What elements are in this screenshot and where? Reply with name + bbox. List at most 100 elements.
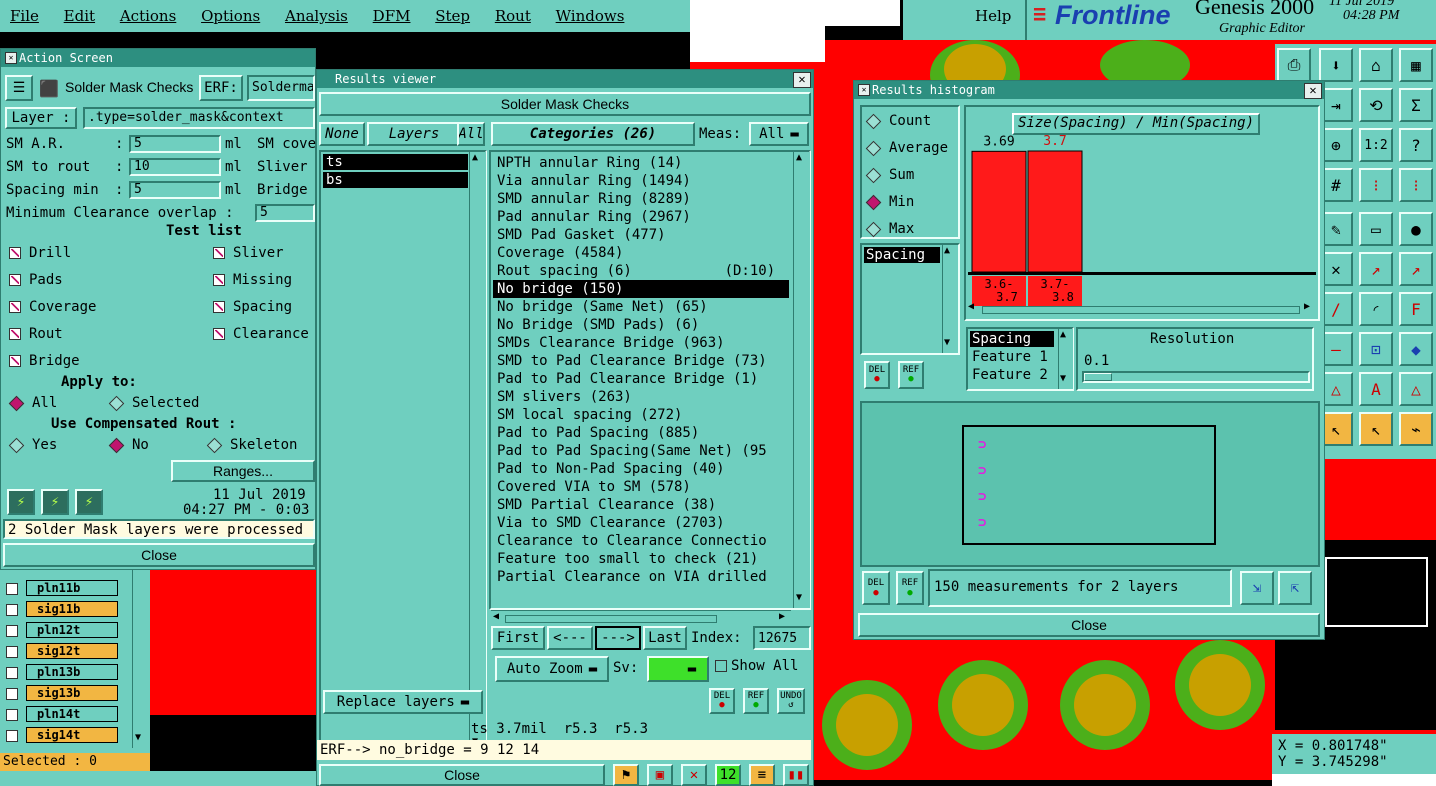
test-sliver[interactable]: Sliver — [213, 245, 284, 261]
category-item[interactable]: Pad to Non-Pad Spacing (40) — [493, 460, 789, 478]
layer-checkbox-icon[interactable] — [6, 583, 18, 595]
ranges-button[interactable]: Ranges... — [171, 460, 315, 482]
scroll-down-icon[interactable]: ▼ — [135, 732, 141, 743]
layer-row[interactable]: sig12t — [0, 641, 150, 662]
layer-checkbox-icon[interactable] — [6, 646, 18, 658]
scroll-up-icon[interactable]: ▲ — [944, 245, 950, 256]
rv-layers-scrollbar[interactable]: ▲▼ — [469, 152, 486, 752]
scroll-left-icon[interactable]: ◀ — [493, 611, 499, 622]
rv-prev-button[interactable]: <--- — [547, 626, 593, 650]
checkbox-icon[interactable] — [213, 328, 225, 340]
arrow2-icon[interactable]: ↗ — [1399, 252, 1433, 286]
apply-all-radio[interactable]: All — [8, 395, 57, 411]
mode-max[interactable]: Max — [865, 221, 914, 237]
tool-icon-4[interactable]: ▦ — [1399, 48, 1433, 82]
traffic2-icon[interactable]: ⁝ — [1399, 168, 1433, 202]
results-viewer-close-icon[interactable]: ✕ — [793, 72, 811, 88]
layer-row[interactable]: pln12t — [0, 620, 150, 641]
min-clearance-field[interactable]: 5 — [255, 204, 315, 222]
category-item[interactable]: Clearance to Clearance Connectio — [493, 532, 789, 550]
checkbox-icon[interactable] — [213, 274, 225, 286]
checkbox-icon[interactable] — [9, 274, 21, 286]
rv-ref-button[interactable]: REF ● — [743, 688, 769, 714]
checkbox-icon[interactable] — [9, 247, 21, 259]
resolution-slider[interactable] — [1082, 371, 1310, 383]
histogram-bar[interactable] — [971, 150, 1027, 273]
dot-icon[interactable]: ● — [1399, 212, 1433, 246]
test-drill[interactable]: Drill — [9, 245, 71, 261]
layer-field[interactable]: .type=solder_mask&context — [83, 107, 315, 129]
menu-options[interactable]: Options — [201, 7, 260, 25]
category-item[interactable]: Partial Clearance on VIA drilled — [493, 568, 789, 586]
checkbox-icon[interactable] — [213, 247, 225, 259]
rv-first-button[interactable]: First — [491, 626, 545, 650]
hist-export-icon-1[interactable]: ⇲ — [1240, 571, 1274, 605]
radio-off-icon[interactable] — [108, 395, 125, 411]
category-item[interactable]: NPTH annular Ring (14) — [493, 154, 789, 172]
mode-sum[interactable]: Sum — [865, 167, 914, 183]
rv-categories-hscroll[interactable]: ◀ ▶ — [491, 610, 791, 625]
category-item[interactable]: No bridge (150) — [493, 280, 789, 298]
radio-on-icon[interactable] — [8, 395, 25, 411]
layer-row[interactable]: pln11b — [0, 578, 150, 599]
hist-del-button[interactable]: DEL ● — [864, 361, 890, 389]
results-viewer-titlebar[interactable]: Results viewer — [317, 70, 813, 88]
ruler-icon[interactable]: ▭ — [1359, 212, 1393, 246]
rv-next-button[interactable]: ---> — [595, 626, 641, 650]
category-item[interactable]: SMD Pad Gasket (477) — [493, 226, 789, 244]
run-icon-3[interactable]: ⚡ — [75, 489, 103, 515]
tool-icon-2[interactable]: ⬇ — [1319, 48, 1353, 82]
layer-name[interactable]: pln14t — [26, 706, 118, 722]
mode-min[interactable]: Min — [865, 194, 914, 210]
histogram-titlebar[interactable]: Results histogram — [854, 81, 1324, 99]
category-item[interactable]: Pad annular Ring (2967) — [493, 208, 789, 226]
rv-categories-scrollbar[interactable]: ▲ ▼ — [793, 152, 810, 608]
rv-tool-icon-4[interactable]: 12 — [715, 764, 741, 786]
comp-skeleton-radio[interactable]: Skeleton — [206, 437, 297, 453]
rv-close-button[interactable]: Close — [319, 764, 605, 786]
histogram-hscroll[interactable]: ◀ ▶ — [968, 301, 1316, 315]
hist-bottom-ref-button[interactable]: REF ● — [896, 571, 924, 605]
param-sm-ar-field[interactable]: 5 — [129, 135, 221, 153]
arc-icon[interactable]: ◜ — [1359, 292, 1393, 326]
menu-edit[interactable]: Edit — [64, 7, 95, 25]
tool-icon-6[interactable]: ⟲ — [1359, 88, 1393, 122]
category-item[interactable]: Covered VIA to SM (578) — [493, 478, 789, 496]
comp-yes-radio[interactable]: Yes — [8, 437, 57, 453]
hist-close-button[interactable]: Close — [858, 613, 1320, 637]
category-item[interactable]: No bridge (Same Net) (65) — [493, 298, 789, 316]
layer-name[interactable]: pln13b — [26, 664, 118, 680]
layer-button[interactable]: Layer : — [5, 107, 77, 129]
erf-field[interactable]: Soldermask — [247, 75, 315, 101]
layer-row[interactable]: sig14t — [0, 725, 150, 746]
menu-analysis[interactable]: Analysis — [285, 7, 348, 25]
layer-checkbox-icon[interactable] — [6, 709, 18, 721]
test-pads[interactable]: Pads — [9, 272, 63, 288]
checkbox-icon[interactable] — [9, 328, 21, 340]
hist-ref-button[interactable]: REF ● — [898, 361, 924, 389]
mode-average[interactable]: Average — [865, 140, 948, 156]
measure-list-scrollbar[interactable]: ▲ ▼ — [942, 245, 957, 353]
rv-layer-item[interactable]: ts — [323, 154, 468, 170]
layer-name[interactable]: pln11b — [26, 580, 118, 596]
feature-item[interactable]: Feature 1 — [970, 349, 1054, 365]
menu-actions[interactable]: Actions — [120, 7, 176, 25]
menu-rout[interactable]: Rout — [495, 7, 531, 25]
layer-row[interactable]: sig11b — [0, 599, 150, 620]
radio-off-icon[interactable] — [8, 437, 25, 453]
menu-help[interactable]: Help — [975, 7, 1011, 25]
test-rout[interactable]: Rout — [9, 326, 63, 342]
category-item[interactable]: Via annular Ring (1494) — [493, 172, 789, 190]
mode-count[interactable]: Count — [865, 113, 931, 129]
pointer2-icon[interactable]: ↖ — [1359, 412, 1393, 446]
test-missing[interactable]: Missing — [213, 272, 292, 288]
rv-tool-icon-5[interactable]: ≡ — [749, 764, 775, 786]
rv-replace-layers-dropdown[interactable]: Replace layers ▬ — [323, 690, 483, 714]
apply-selected-radio[interactable]: Selected — [108, 395, 199, 411]
radio-off-icon[interactable] — [206, 437, 223, 453]
param-sm-rout-field[interactable]: 10 — [129, 158, 221, 176]
histogram-bar[interactable] — [1027, 150, 1083, 273]
layer-name[interactable]: sig11b — [26, 601, 118, 617]
layer-name[interactable]: sig13b — [26, 685, 118, 701]
rv-none-button[interactable]: None — [319, 122, 365, 146]
